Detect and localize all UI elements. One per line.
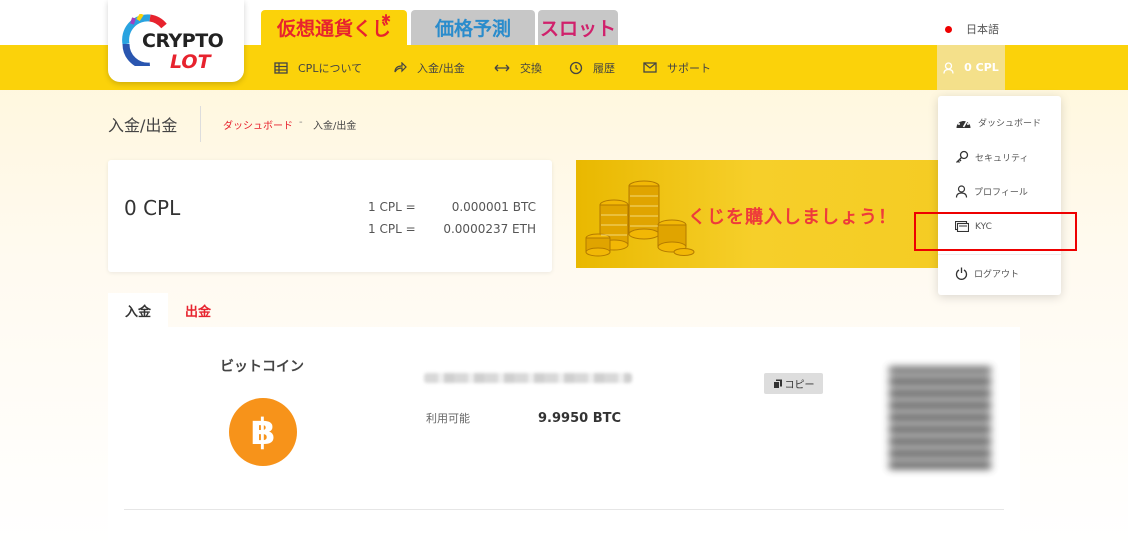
rate-row-btc: 1 CPL = 0.000001 BTC bbox=[368, 200, 536, 214]
tab-deposit[interactable]: 入金 bbox=[108, 293, 168, 327]
account-balance-button[interactable]: 0 CPL bbox=[937, 45, 1005, 90]
nav-item-history[interactable]: 履歴 bbox=[569, 45, 615, 90]
copy-address-button[interactable]: コピー bbox=[764, 373, 823, 394]
menu-item-label: セキュリティ bbox=[975, 153, 1029, 164]
table-icon bbox=[274, 61, 288, 74]
nav-item-label: 入金/出金 bbox=[417, 61, 465, 75]
exchange-arrows-icon bbox=[494, 64, 510, 71]
available-label: 利用可能 bbox=[426, 412, 470, 425]
tab-price-prediction-label: 価格予測 bbox=[434, 18, 511, 40]
japan-flag-icon bbox=[945, 25, 952, 33]
content-divider bbox=[124, 509, 1004, 510]
balance-label: 0 CPL bbox=[964, 61, 999, 74]
logo-text-crypto: CRYPTO bbox=[142, 30, 224, 52]
menu-item-profile[interactable]: プロフィール bbox=[955, 185, 1028, 198]
menu-item-label: ダッシュボード bbox=[978, 119, 1042, 129]
logo-text-lot: LOT bbox=[170, 51, 211, 73]
menu-item-label: ログアウト bbox=[974, 270, 1020, 280]
tab-withdraw-label: 出金 bbox=[184, 304, 211, 320]
copy-icon bbox=[772, 379, 782, 389]
tab-deposit-label: 入金 bbox=[124, 304, 151, 320]
balance-card: 0 CPL 1 CPL = 0.000001 BTC 1 CPL = 0.000… bbox=[108, 160, 552, 272]
tab-withdraw[interactable]: 出金 bbox=[168, 293, 228, 327]
rate-label: 1 CPL = bbox=[368, 222, 416, 236]
title-divider bbox=[200, 106, 201, 142]
deposit-qr-code bbox=[889, 367, 991, 469]
tab-slot-label: スロット bbox=[539, 18, 616, 40]
bitcoin-icon: ฿ bbox=[229, 398, 297, 466]
breadcrumb-dashboard-link[interactable]: ダッシュボード bbox=[223, 117, 293, 132]
language-selector[interactable]: 日本語 bbox=[945, 21, 999, 37]
page-title: 入金/出金 bbox=[108, 116, 178, 135]
user-icon bbox=[943, 61, 954, 74]
tab-slot[interactable]: スロット bbox=[538, 10, 618, 45]
copy-label: コピー bbox=[784, 380, 815, 391]
nav-item-label: CPLについて bbox=[298, 61, 363, 75]
tab-crypto-lottery-label: 仮想通貨くじ bbox=[276, 18, 391, 40]
rate-label: 1 CPL = bbox=[368, 200, 416, 214]
breadcrumb-separator: - bbox=[299, 117, 303, 128]
rate-value: 0.0000237 ETH bbox=[443, 222, 536, 236]
menu-item-logout[interactable]: ログアウト bbox=[955, 267, 1019, 280]
nav-item-label: サポート bbox=[667, 61, 711, 75]
menu-item-label: プロフィール bbox=[974, 188, 1028, 198]
nav-item-exchange[interactable]: 交換 bbox=[494, 45, 542, 90]
nav-item-support[interactable]: サポート bbox=[643, 45, 711, 90]
user-icon bbox=[955, 185, 968, 198]
power-icon bbox=[955, 267, 968, 280]
redo-arrow-icon bbox=[394, 61, 407, 72]
menu-divider bbox=[938, 254, 1061, 255]
tab-price-prediction[interactable]: 価格予測 bbox=[411, 10, 535, 45]
dashboard-gauge-icon bbox=[956, 118, 971, 128]
nav-item-deposit-withdraw[interactable]: 入金/出金 bbox=[393, 45, 465, 90]
sparkle-icon: ✱ bbox=[381, 12, 392, 26]
nav-item-label: 交換 bbox=[520, 61, 542, 75]
history-icon bbox=[569, 61, 583, 74]
banner-text: くじを購入しましょう！ bbox=[688, 207, 897, 228]
rate-row-eth: 1 CPL = 0.0000237 ETH bbox=[368, 222, 536, 236]
cpl-balance-amount: 0 CPL bbox=[124, 196, 181, 220]
nav-item-about-cpl[interactable]: CPLについて bbox=[274, 45, 362, 90]
nav-item-label: 履歴 bbox=[593, 61, 615, 75]
menu-item-security[interactable]: セキュリティ bbox=[955, 150, 1028, 164]
coin-name: ビットコイン bbox=[220, 359, 304, 375]
language-label: 日本語 bbox=[966, 23, 999, 36]
menu-item-dashboard[interactable]: ダッシュボード bbox=[955, 115, 1041, 130]
gold-coins-icon bbox=[585, 180, 695, 257]
logo[interactable]: CRYPTO LOT bbox=[108, 0, 244, 82]
kyc-highlight-box bbox=[914, 212, 1077, 251]
key-icon bbox=[956, 150, 969, 163]
breadcrumb-current: 入金/出金 bbox=[313, 121, 357, 132]
available-value: 9.9950 BTC bbox=[538, 411, 622, 426]
rate-value: 0.000001 BTC bbox=[451, 200, 536, 214]
mail-icon bbox=[643, 62, 657, 73]
deposit-address-redacted[interactable] bbox=[424, 373, 632, 383]
